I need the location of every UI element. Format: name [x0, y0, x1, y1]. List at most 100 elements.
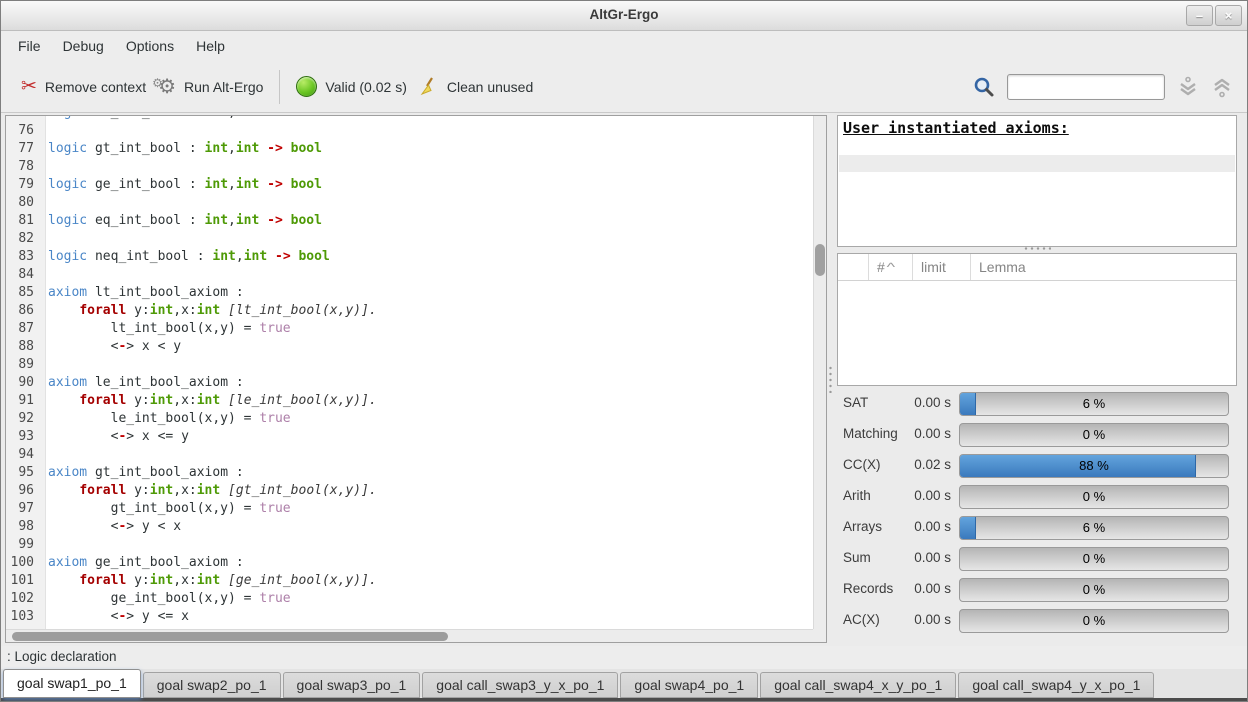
vertical-splitter-handle[interactable] — [829, 365, 832, 393]
lemma-column-limit[interactable]: limit — [913, 254, 971, 280]
find-next-icon[interactable] — [1177, 76, 1199, 98]
code-segment: int — [150, 303, 173, 318]
code-line: 90axiom le_int_bool_axiom : — [6, 374, 813, 392]
code-segment — [48, 483, 79, 498]
line-number: 98 — [6, 518, 40, 536]
stat-percent: 0 % — [960, 610, 1228, 632]
code-segment — [283, 116, 291, 120]
code-text: <-> y <= x — [40, 608, 189, 626]
code-text: forall y:int,x:int [ge_int_bool(x,y)]. — [40, 572, 377, 590]
code-segment: < — [48, 519, 118, 534]
menu-debug[interactable]: Debug — [52, 35, 115, 57]
code-line: 98 <-> y < x — [6, 518, 813, 536]
run-alt-ergo-button[interactable]: ⚙⚙ Run Alt-Ergo — [152, 74, 269, 100]
result-status: Valid (0.02 s) — [290, 72, 412, 101]
find-previous-icon[interactable] — [1211, 76, 1233, 98]
stat-progressbar: 6 % — [959, 392, 1229, 416]
code-segment: [ge_int_bool(x,y)]. — [228, 573, 377, 588]
code-segment: ge_int_bool : — [87, 177, 204, 192]
horizontal-splitter-handle[interactable] — [1023, 247, 1051, 250]
broom-icon — [419, 77, 439, 97]
clean-unused-button[interactable]: Clean unused — [413, 73, 539, 101]
code-segment: logic — [48, 249, 87, 264]
app-window: AltGr-Ergo – × File Debug Options Help ✂… — [0, 0, 1248, 702]
line-number: 100 — [6, 554, 40, 572]
stat-percent: 0 % — [960, 579, 1228, 601]
menu-file[interactable]: File — [7, 35, 52, 57]
code-line: 101 forall y:int,x:int [ge_int_bool(x,y)… — [6, 572, 813, 590]
horizontal-scrollbar-thumb[interactable] — [12, 632, 448, 641]
code-segment: [gt_int_bool(x,y)]. — [228, 483, 377, 498]
title-bar[interactable]: AltGr-Ergo – × — [1, 1, 1247, 31]
code-segment: , — [236, 249, 244, 264]
stat-time: 0.00 s — [891, 426, 951, 441]
goal-tab[interactable]: goal call_swap4_x_y_po_1 — [760, 672, 956, 698]
code-editor[interactable]: logic lt_int_bool : int,int -> bool7677l… — [5, 115, 827, 643]
menu-help[interactable]: Help — [185, 35, 236, 57]
code-text: axiom gt_int_bool_axiom : — [40, 464, 244, 482]
lemma-table-panel: # ^ limit Lemma — [837, 253, 1237, 386]
goal-tab[interactable]: goal swap3_po_1 — [283, 672, 421, 698]
search-input[interactable] — [1007, 74, 1165, 100]
code-text: <-> x <= y — [40, 428, 189, 446]
line-number: 80 — [6, 194, 40, 212]
editor-horizontal-scrollbar[interactable] — [6, 629, 813, 642]
goal-tab[interactable]: goal swap1_po_1 — [3, 669, 141, 698]
code-text — [40, 230, 48, 248]
code-segment: bool — [291, 213, 322, 228]
remove-context-button[interactable]: ✂ Remove context — [15, 74, 152, 100]
lemma-column-blank[interactable] — [838, 254, 869, 280]
code-segment: int — [244, 249, 267, 264]
stat-time: 0.00 s — [891, 488, 951, 503]
code-text — [40, 158, 48, 176]
vertical-scrollbar-thumb[interactable] — [815, 244, 825, 276]
code-segment: axiom — [48, 555, 87, 570]
code-segment: int — [236, 213, 259, 228]
code-segment: y: — [126, 303, 149, 318]
goal-tab[interactable]: goal swap4_po_1 — [620, 672, 758, 698]
goal-tab[interactable]: goal call_swap3_y_x_po_1 — [422, 672, 618, 698]
code-segment: < — [48, 429, 118, 444]
code-text: <-> y < x — [40, 518, 181, 536]
line-number: 79 — [6, 176, 40, 194]
lemma-column-lemma[interactable]: Lemma — [971, 254, 1236, 280]
editor-vertical-scrollbar[interactable] — [813, 116, 826, 629]
bottom-edge-strip — [1, 698, 1247, 702]
stat-progressbar: 0 % — [959, 423, 1229, 447]
minimize-button[interactable]: – — [1186, 5, 1213, 26]
code-segment: neq_int_bool : — [87, 249, 212, 264]
code-line: 94 — [6, 446, 813, 464]
code-line: 85axiom lt_int_bool_axiom : — [6, 284, 813, 302]
code-segment: ge_int_bool_axiom : — [87, 555, 244, 570]
stat-label: AC(X) — [843, 612, 880, 627]
stat-label: CC(X) — [843, 457, 881, 472]
menu-options[interactable]: Options — [115, 35, 185, 57]
stat-progressbar: 0 % — [959, 547, 1229, 571]
code-text: le_int_bool(x,y) = true — [40, 410, 291, 428]
stat-row: SAT0.00 s6 % — [833, 389, 1241, 420]
code-viewport[interactable]: logic lt_int_bool : int,int -> bool7677l… — [6, 116, 813, 629]
code-segment: true — [259, 411, 290, 426]
code-segment: int — [150, 573, 173, 588]
goal-tab[interactable]: goal call_swap4_y_x_po_1 — [958, 672, 1154, 698]
close-button[interactable]: × — [1215, 5, 1242, 26]
window-title: AltGr-Ergo — [1, 7, 1247, 22]
code-line: 87 lt_int_bool(x,y) = true — [6, 320, 813, 338]
line-number: 83 — [6, 248, 40, 266]
stat-percent: 0 % — [960, 548, 1228, 570]
code-text — [40, 266, 48, 284]
code-line: 77logic gt_int_bool : int,int -> bool — [6, 140, 813, 158]
stat-time: 0.00 s — [891, 612, 951, 627]
stat-percent: 6 % — [960, 393, 1228, 415]
code-segment: true — [259, 591, 290, 606]
code-line: 86 forall y:int,x:int [lt_int_bool(x,y)]… — [6, 302, 813, 320]
stat-percent: 88 % — [960, 455, 1228, 477]
axioms-selected-row[interactable] — [839, 155, 1235, 172]
code-segment: -> — [267, 177, 283, 192]
code-text: logic eq_int_bool : int,int -> bool — [40, 212, 322, 230]
stat-row: CC(X)0.02 s88 % — [833, 451, 1241, 482]
code-segment: forall — [79, 573, 126, 588]
lemma-column-count[interactable]: # ^ — [869, 254, 913, 280]
line-number: 96 — [6, 482, 40, 500]
goal-tab[interactable]: goal swap2_po_1 — [143, 672, 281, 698]
